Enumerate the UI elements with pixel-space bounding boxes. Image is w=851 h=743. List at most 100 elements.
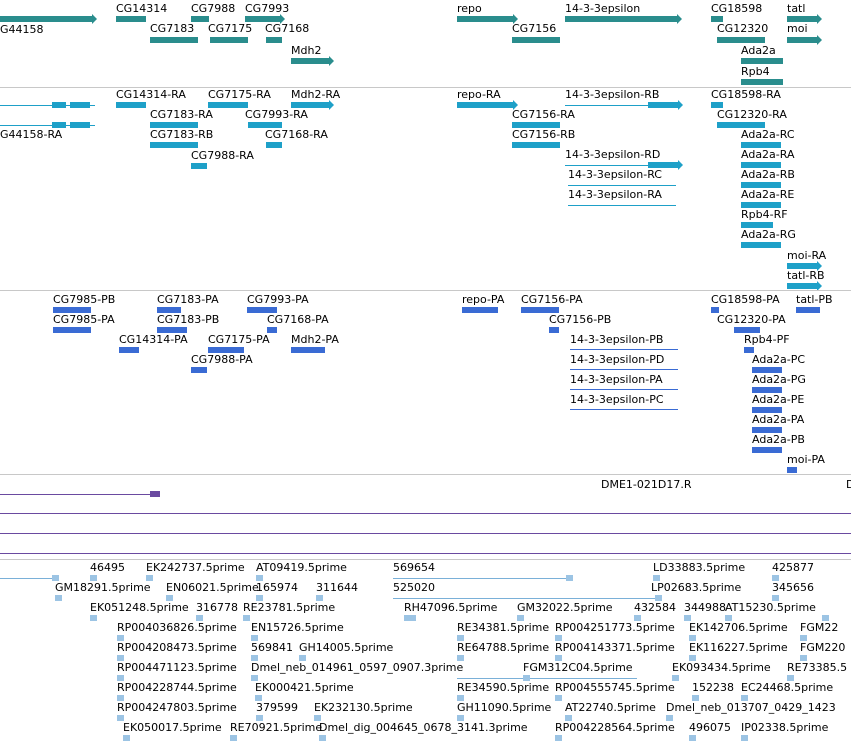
protein-glyph[interactable] — [570, 409, 678, 410]
protein-glyph[interactable] — [787, 467, 797, 473]
est-label[interactable]: RP004036826.5prime — [117, 621, 237, 634]
gene-glyph[interactable] — [116, 16, 146, 22]
clone-line[interactable] — [0, 533, 851, 534]
gene-glyph[interactable] — [741, 58, 783, 64]
est-label[interactable]: 345656 — [772, 581, 814, 594]
transcript-label[interactable]: repo-RA — [457, 88, 501, 101]
transcript-label[interactable]: Ada2a-RE — [741, 188, 794, 201]
protein-label[interactable]: CG12320-PA — [717, 313, 786, 326]
protein-glyph[interactable] — [53, 327, 91, 333]
transcript-label[interactable]: CG18598-RA — [711, 88, 781, 101]
protein-label[interactable]: repo-PA — [462, 293, 504, 306]
gene-label[interactable]: CG12320 — [717, 22, 768, 35]
transcript-glyph[interactable] — [116, 102, 146, 108]
gene-label[interactable]: CG7168 — [265, 22, 309, 35]
est-label[interactable]: GM32022.5prime — [517, 601, 613, 614]
transcript-glyph[interactable] — [457, 100, 518, 110]
gene-label[interactable]: CG7183 — [150, 22, 194, 35]
transcript-label[interactable]: Rpb4-RF — [741, 208, 788, 221]
est-label[interactable]: RP004143371.5prime — [555, 641, 675, 654]
transcript-label[interactable]: CG7183-RA — [150, 108, 213, 121]
clone-line[interactable] — [0, 553, 851, 554]
est-glyph[interactable] — [457, 678, 637, 679]
transcript-glyph[interactable] — [191, 163, 207, 169]
gene-label[interactable]: CG7175 — [208, 22, 252, 35]
est-label[interactable]: RE34590.5prime — [457, 681, 549, 694]
est-label[interactable]: RE70921.5prime — [230, 721, 322, 734]
gene-glyph[interactable] — [210, 37, 248, 43]
clone-label[interactable]: D — [846, 478, 851, 491]
est-label[interactable]: RP004247803.5prime — [117, 701, 237, 714]
est-label[interactable]: GH11090.5prime — [457, 701, 551, 714]
transcript-label[interactable]: CG7156-RA — [512, 108, 575, 121]
est-label[interactable]: RE64788.5prime — [457, 641, 549, 654]
est-label[interactable]: EN06021.5prime — [166, 581, 259, 594]
est-label[interactable]: 432584 — [634, 601, 676, 614]
est-label[interactable]: 152238 — [692, 681, 734, 694]
protein-label[interactable]: CG7183-PB — [157, 313, 219, 326]
est-label[interactable]: AT22740.5prime — [565, 701, 656, 714]
est-label[interactable]: RH47096.5prime — [404, 601, 497, 614]
protein-label[interactable]: 14-3-3epsilon-PC — [570, 393, 664, 406]
gene-glyph[interactable] — [512, 37, 560, 43]
transcript-label[interactable]: Ada2a-RC — [741, 128, 795, 141]
transcript-label[interactable]: G44158-RA — [0, 128, 62, 141]
est-label[interactable]: 344988 — [684, 601, 726, 614]
est-label[interactable]: Dmel_neb_013707_0429_1423 — [666, 701, 836, 714]
protein-label[interactable]: Ada2a-PC — [752, 353, 805, 366]
gene-label[interactable]: Mdh2 — [291, 44, 321, 57]
gene-label[interactable]: CG18598 — [711, 2, 762, 15]
protein-glyph[interactable] — [191, 367, 207, 373]
protein-label[interactable]: Rpb4-PF — [744, 333, 790, 346]
est-label[interactable]: 425877 — [772, 561, 814, 574]
protein-label[interactable]: Ada2a-PA — [752, 413, 804, 426]
est-label[interactable]: 316778 — [196, 601, 238, 614]
gene-glyph[interactable] — [0, 14, 97, 24]
transcript-glyph[interactable] — [512, 142, 560, 148]
protein-label[interactable]: CG7993-PA — [247, 293, 309, 306]
transcript-label[interactable]: CG12320-RA — [717, 108, 787, 121]
transcript-label[interactable]: 14-3-3epsilon-RD — [565, 148, 660, 161]
gene-label[interactable]: repo — [457, 2, 482, 15]
est-label[interactable]: EN15726.5prime — [251, 621, 344, 634]
clone-line[interactable] — [0, 513, 851, 514]
protein-label[interactable]: CG7175-PA — [208, 333, 270, 346]
transcript-label[interactable]: CG7168-RA — [265, 128, 328, 141]
est-label[interactable]: EK051248.5prime — [90, 601, 189, 614]
protein-label[interactable]: CG14314-PA — [119, 333, 188, 346]
transcript-glyph[interactable] — [266, 142, 282, 148]
est-label[interactable]: GM18291.5prime — [55, 581, 151, 594]
est-label[interactable]: FGM220 — [800, 641, 845, 654]
protein-label[interactable]: CG7988-PA — [191, 353, 253, 366]
clone-glyph[interactable] — [0, 494, 155, 495]
transcript-label[interactable]: Ada2a-RG — [741, 228, 796, 241]
est-label[interactable]: 569654 — [393, 561, 435, 574]
est-glyph[interactable] — [393, 578, 573, 579]
est-label[interactable]: LP02683.5prime — [651, 581, 741, 594]
gene-label[interactable]: CG14314 — [116, 2, 167, 15]
transcript-glyph[interactable] — [150, 142, 198, 148]
est-label[interactable]: RP004228744.5prime — [117, 681, 237, 694]
protein-label[interactable]: Ada2a-PE — [752, 393, 804, 406]
est-label[interactable]: EK142706.5prime — [689, 621, 788, 634]
gene-label[interactable]: tatl — [787, 2, 805, 15]
protein-glyph[interactable] — [549, 327, 559, 333]
protein-label[interactable]: CG7168-PA — [267, 313, 329, 326]
gene-glyph[interactable] — [741, 79, 783, 85]
gene-glyph[interactable] — [457, 14, 518, 24]
est-label[interactable]: 311644 — [316, 581, 358, 594]
est-label[interactable]: 525020 — [393, 581, 435, 594]
est-label[interactable]: RE34381.5prime — [457, 621, 549, 634]
est-label[interactable]: EK093434.5prime — [672, 661, 771, 674]
protein-glyph[interactable] — [570, 349, 678, 350]
est-label[interactable]: 496075 — [689, 721, 731, 734]
transcript-label[interactable]: CG7156-RB — [512, 128, 575, 141]
gene-label[interactable]: moi — [787, 22, 808, 35]
gene-label[interactable]: G44158 — [0, 23, 44, 36]
protein-label[interactable]: CG7183-PA — [157, 293, 219, 306]
protein-label[interactable]: CG18598-PA — [711, 293, 780, 306]
transcript-label[interactable]: CG14314-RA — [116, 88, 186, 101]
protein-label[interactable]: tatl-PB — [796, 293, 833, 306]
gene-label[interactable]: CG7156 — [512, 22, 556, 35]
transcript-label[interactable]: 14-3-3epsilon-RC — [568, 168, 662, 181]
